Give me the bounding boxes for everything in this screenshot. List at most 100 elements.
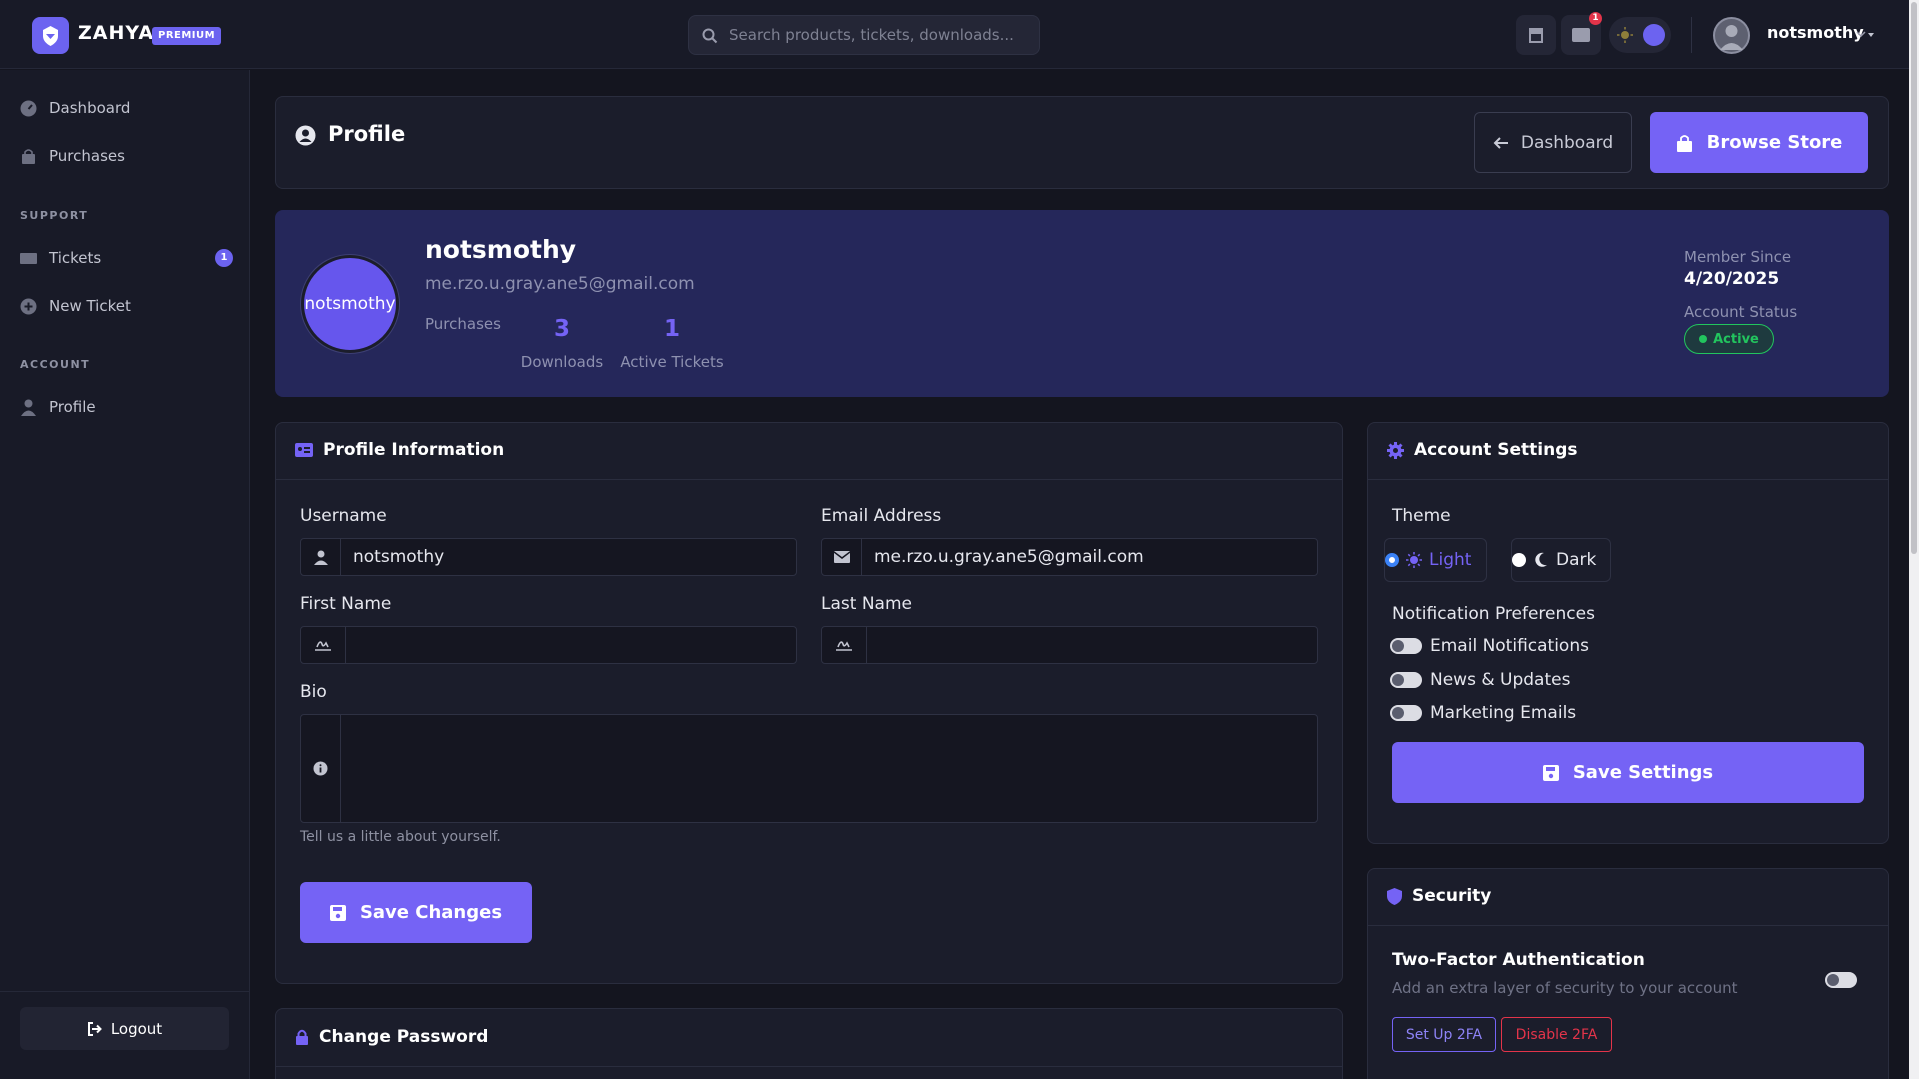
card-title-text: Profile Information xyxy=(323,440,505,460)
save-icon xyxy=(329,904,346,921)
logout-label: Logout xyxy=(110,1019,163,1038)
email-notifications-toggle[interactable] xyxy=(1390,638,1422,654)
first-name-input[interactable] xyxy=(346,627,358,663)
store-button[interactable] xyxy=(1516,15,1556,55)
search-input[interactable]: Search products, tickets, downloads... xyxy=(729,26,1014,44)
plus-circle-icon xyxy=(20,298,37,314)
marketing-emails-toggle[interactable] xyxy=(1390,705,1422,721)
gear-icon xyxy=(1387,441,1404,459)
pref-label: Marketing Emails xyxy=(1430,703,1577,723)
theme-toggle[interactable] xyxy=(1609,17,1671,53)
user-icon xyxy=(21,399,36,416)
disable-2fa-button[interactable]: Disable 2FA xyxy=(1501,1017,1612,1052)
member-since-label: Member Since xyxy=(1684,248,1792,266)
last-name-label: Last Name xyxy=(821,594,912,614)
profile-email: me.rzo.u.gray.ane5@gmail.com xyxy=(425,274,695,294)
member-since-value: 4/20/2025 xyxy=(1684,269,1780,289)
page-header xyxy=(275,96,1889,189)
premium-badge: PREMIUM xyxy=(152,27,222,45)
first-name-field[interactable] xyxy=(300,626,797,664)
status-text: Active xyxy=(1713,331,1759,347)
lock-icon xyxy=(296,1029,308,1045)
avatar[interactable] xyxy=(1713,17,1750,54)
user-icon xyxy=(313,550,328,565)
theme-option-light[interactable]: Light xyxy=(1384,538,1487,582)
user-circle-icon xyxy=(295,125,316,146)
avatar[interactable]: notsmothy xyxy=(301,255,399,353)
id-card-icon xyxy=(295,443,313,457)
sidebar-item-label: Dashboard xyxy=(49,99,131,117)
pref-marketing-emails: Marketing Emails xyxy=(1390,703,1576,723)
arrow-left-icon xyxy=(1493,136,1508,149)
dashboard-button[interactable]: Dashboard xyxy=(1474,112,1632,173)
signature-icon xyxy=(315,641,331,651)
account-status-label: Account Status xyxy=(1684,303,1798,321)
sidebar-item-label: Purchases xyxy=(49,147,125,165)
theme-label: Theme xyxy=(1392,506,1451,526)
divider xyxy=(0,991,250,992)
twofa-description: Add an extra layer of security to your a… xyxy=(1392,979,1738,997)
shopping-bag-icon xyxy=(22,148,35,164)
change-password-title: Change Password xyxy=(295,1027,488,1047)
profile-username: notsmothy xyxy=(425,235,577,264)
sidebar-item-purchases[interactable]: Purchases xyxy=(20,141,125,171)
bio-textarea[interactable] xyxy=(341,715,353,822)
pref-news-updates: News & Updates xyxy=(1390,670,1570,690)
email-field[interactable]: me.rzo.u.gray.ane5@gmail.com xyxy=(821,538,1318,576)
sidebar-item-dashboard[interactable]: Dashboard xyxy=(20,93,130,123)
last-name-input[interactable] xyxy=(867,627,879,663)
setup-2fa-button[interactable]: Set Up 2FA xyxy=(1392,1017,1496,1052)
pref-label: News & Updates xyxy=(1430,670,1571,690)
input-addon xyxy=(822,627,867,663)
chevron-down-icon[interactable] xyxy=(1856,30,1876,40)
sun-icon xyxy=(1406,552,1422,568)
signature-icon xyxy=(836,641,852,651)
toggle-knob xyxy=(1643,24,1665,46)
news-updates-toggle[interactable] xyxy=(1390,672,1422,688)
radio-unselected-icon xyxy=(1512,553,1526,567)
page-title: Profile xyxy=(328,122,406,146)
search-bar[interactable]: Search products, tickets, downloads... xyxy=(688,15,1040,55)
status-badge: Active xyxy=(1684,324,1774,354)
sidebar-item-tickets[interactable]: Tickets xyxy=(20,243,101,273)
email-input[interactable]: me.rzo.u.gray.ane5@gmail.com xyxy=(862,539,1144,575)
save-changes-button[interactable]: Save Changes xyxy=(300,882,532,943)
store-icon xyxy=(1529,28,1543,43)
logout-button[interactable]: Logout xyxy=(20,1007,229,1050)
section-label-account: ACCOUNT xyxy=(20,358,91,371)
notification-preferences-label: Notification Preferences xyxy=(1392,604,1595,624)
divider xyxy=(275,479,1343,480)
logout-icon xyxy=(87,1021,102,1036)
logo-icon[interactable] xyxy=(32,17,69,54)
sidebar-item-profile[interactable]: Profile xyxy=(20,392,96,422)
pref-email-notifications: Email Notifications xyxy=(1390,636,1589,656)
scrollbar-thumb[interactable] xyxy=(1911,2,1917,554)
input-addon xyxy=(301,627,346,663)
username-field[interactable]: notsmothy xyxy=(300,538,797,576)
bio-field[interactable] xyxy=(300,714,1318,823)
save-settings-button[interactable]: Save Settings xyxy=(1392,742,1864,803)
browse-store-button[interactable]: Browse Store xyxy=(1650,112,1868,173)
bio-help-text: Tell us a little about yourself. xyxy=(300,829,501,845)
theme-option-dark[interactable]: Dark xyxy=(1511,538,1611,582)
twofa-toggle[interactable] xyxy=(1825,972,1857,988)
last-name-field[interactable] xyxy=(821,626,1318,664)
section-label-support: SUPPORT xyxy=(20,209,89,222)
dashboard-button-label: Dashboard xyxy=(1520,132,1614,153)
radio-selected-icon xyxy=(1385,553,1399,567)
shopping-bag-icon xyxy=(1676,134,1692,152)
theme-light-label: Light xyxy=(1429,550,1472,570)
username-input[interactable]: notsmothy xyxy=(341,539,444,575)
card-title-text: Change Password xyxy=(319,1027,489,1047)
security-title: Security xyxy=(1387,886,1491,906)
status-dot-icon xyxy=(1699,335,1708,343)
browse-store-label: Browse Store xyxy=(1706,132,1843,153)
divider xyxy=(1367,479,1889,480)
ticket-icon xyxy=(20,252,37,264)
sidebar-item-new-ticket[interactable]: New Ticket xyxy=(20,291,131,321)
search-icon xyxy=(702,28,718,44)
user-menu-name[interactable]: notsmothy xyxy=(1767,23,1864,42)
twofa-title: Two-Factor Authentication xyxy=(1392,950,1645,970)
username-label: Username xyxy=(300,506,387,526)
divider xyxy=(1367,925,1889,926)
